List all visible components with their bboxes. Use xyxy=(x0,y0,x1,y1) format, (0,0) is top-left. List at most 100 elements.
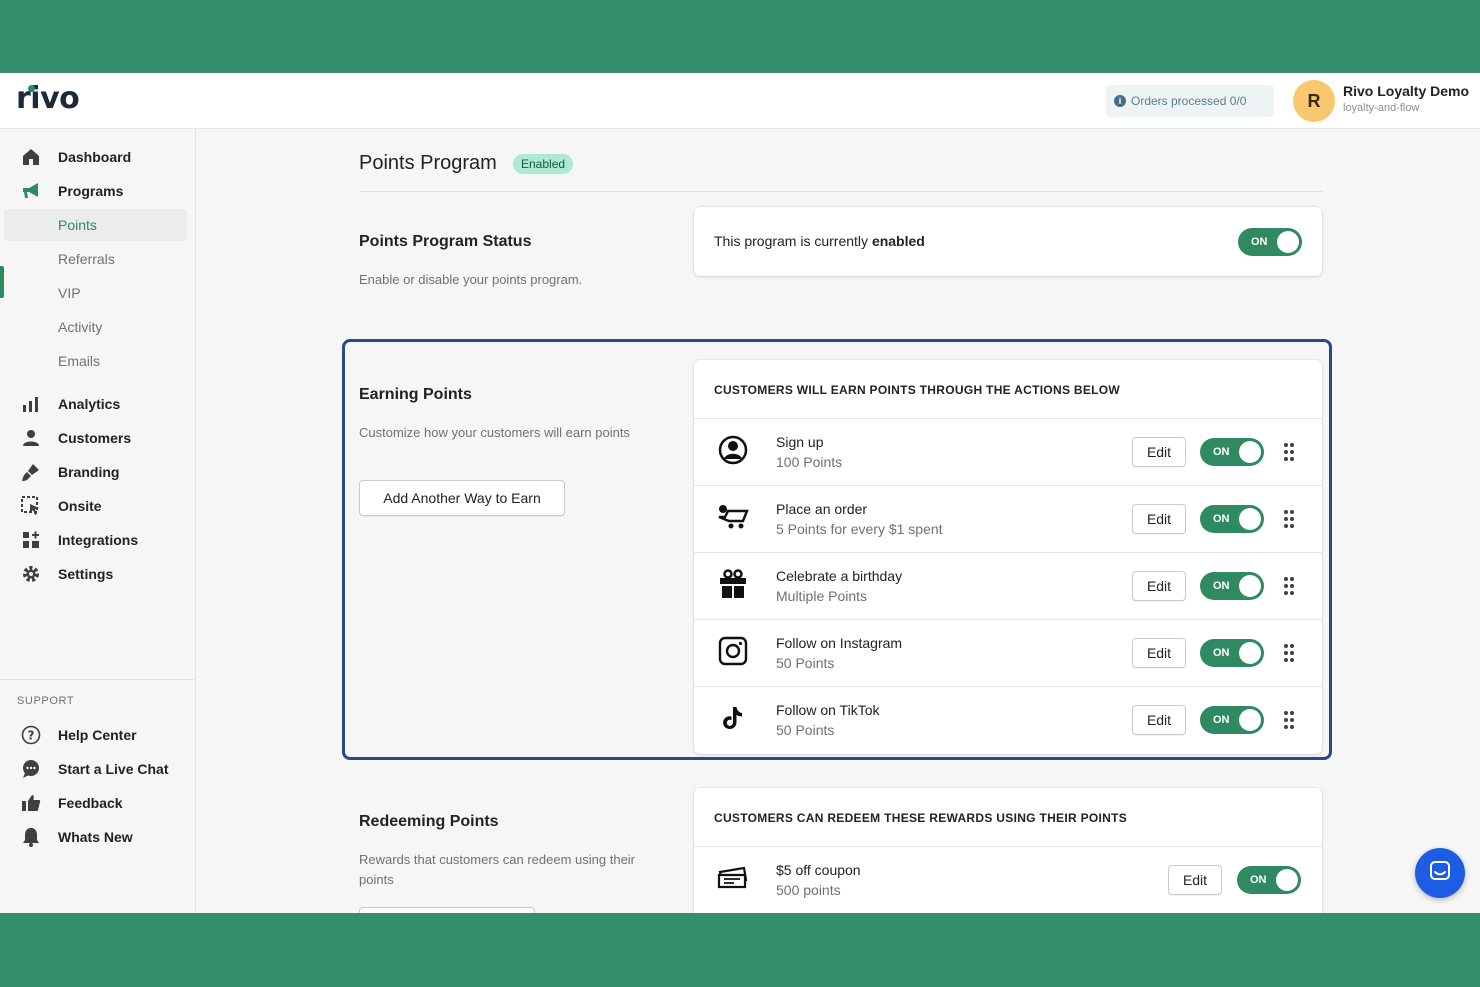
list-item: Place an order 5 Points for every $1 spe… xyxy=(694,485,1322,552)
help-icon: ? xyxy=(20,725,42,745)
edit-button[interactable]: Edit xyxy=(1132,638,1186,668)
earning-card-header: CUSTOMERS WILL EARN POINTS THROUGH THE A… xyxy=(714,383,1121,397)
redeeming-section-description: Rewards that customers can redeem using … xyxy=(359,852,636,887)
title-divider xyxy=(359,191,1322,192)
reward-toggle[interactable]: ON xyxy=(1237,866,1301,894)
coupon-icon xyxy=(716,861,750,895)
drag-handle-icon[interactable] xyxy=(1282,643,1296,663)
list-item: Follow on Instagram 50 Points Edit ON xyxy=(694,619,1322,686)
earn-toggle[interactable]: ON xyxy=(1200,505,1264,533)
status-card: This program is currently enabled ON xyxy=(694,207,1322,276)
bell-icon xyxy=(20,827,42,847)
sidebar-item-feedback[interactable]: Feedback xyxy=(0,787,196,819)
edit-button[interactable]: Edit xyxy=(1168,865,1222,895)
status-value: enabled xyxy=(871,233,925,249)
sidebar-item-integrations[interactable]: Integrations xyxy=(0,524,196,556)
orders-processed-pill: i Orders processed 0/0 xyxy=(1106,85,1274,117)
instagram-icon xyxy=(716,634,750,668)
earning-section-description: Customize how your customers will earn p… xyxy=(359,425,630,440)
redeem-rewards-card: CUSTOMERS CAN REDEEM THESE REWARDS USING… xyxy=(694,788,1322,913)
earning-actions-card: CUSTOMERS WILL EARN POINTS THROUGH THE A… xyxy=(694,360,1322,754)
app-window: rivo i Orders processed 0/0 R Rivo Loyal… xyxy=(0,73,1480,913)
toggle-knob xyxy=(1239,642,1261,664)
edit-button[interactable]: Edit xyxy=(1132,504,1186,534)
sidebar-item-live-chat[interactable]: Start a Live Chat xyxy=(0,753,196,785)
store-name[interactable]: Rivo Loyalty Demo xyxy=(1343,83,1469,99)
sidebar-item-programs[interactable]: Programs xyxy=(0,175,196,207)
edit-button[interactable]: Edit xyxy=(1132,437,1186,467)
earn-toggle[interactable]: ON xyxy=(1200,438,1264,466)
onsite-icon xyxy=(20,496,42,516)
sidebar-divider xyxy=(0,679,196,680)
sidebar-subitem-points[interactable]: Points xyxy=(4,209,187,241)
earning-section-title: Earning Points xyxy=(359,386,472,403)
store-handle: loyalty-and-flow xyxy=(1343,102,1420,114)
status-section-title: Points Program Status xyxy=(359,233,532,250)
support-heading: SUPPORT xyxy=(17,695,75,707)
logo-dot xyxy=(28,85,35,92)
thumbs-up-icon xyxy=(20,793,42,813)
sidebar-subitem-referrals[interactable]: Referrals xyxy=(0,243,196,275)
paint-brush-icon xyxy=(20,462,42,482)
page-title: Points Program xyxy=(359,152,497,174)
user-circle-icon xyxy=(716,433,750,467)
add-reward-button[interactable] xyxy=(359,907,535,913)
list-item: Celebrate a birthday Multiple Points Edi… xyxy=(694,552,1322,619)
earn-toggle[interactable]: ON xyxy=(1200,572,1264,600)
toggle-knob xyxy=(1276,869,1298,891)
edit-button[interactable]: Edit xyxy=(1132,705,1186,735)
gear-icon xyxy=(20,564,42,584)
chat-icon xyxy=(20,759,42,779)
earn-toggle[interactable]: ON xyxy=(1200,639,1264,667)
info-icon: i xyxy=(1114,95,1126,107)
sidebar-subitem-vip[interactable]: VIP xyxy=(0,277,196,309)
sidebar-item-whats-new[interactable]: Whats New xyxy=(0,821,196,853)
top-bar: rivo i Orders processed 0/0 R Rivo Loyal… xyxy=(0,73,1480,129)
sidebar-subitem-activity[interactable]: Activity xyxy=(0,311,196,343)
orders-processed-text: Orders processed 0/0 xyxy=(1131,94,1247,108)
sidebar-item-settings[interactable]: Settings xyxy=(0,558,196,590)
drag-handle-icon[interactable] xyxy=(1282,442,1296,462)
list-item: Sign up 100 Points Edit ON xyxy=(694,418,1322,485)
svg-text:?: ? xyxy=(28,729,35,743)
drag-handle-icon[interactable] xyxy=(1282,710,1296,730)
apps-icon xyxy=(20,530,42,550)
status-badge: Enabled xyxy=(513,154,574,174)
toggle-knob xyxy=(1277,231,1299,253)
edit-button[interactable]: Edit xyxy=(1132,571,1186,601)
toggle-knob xyxy=(1239,508,1261,530)
avatar[interactable]: R xyxy=(1293,80,1335,122)
toggle-knob xyxy=(1239,441,1261,463)
toggle-knob xyxy=(1239,575,1261,597)
rivo-logo[interactable]: rivo xyxy=(16,81,80,116)
cart-icon xyxy=(716,500,750,534)
sidebar-subitem-emails[interactable]: Emails xyxy=(0,345,196,377)
redeeming-section-title: Redeeming Points xyxy=(359,813,499,830)
tiktok-icon xyxy=(716,701,750,735)
chat-bubble-icon xyxy=(1428,859,1452,888)
list-item: Follow on TikTok 50 Points Edit ON xyxy=(694,686,1322,753)
sidebar-item-onsite[interactable]: Onsite xyxy=(0,490,196,522)
drag-handle-icon[interactable] xyxy=(1282,509,1296,529)
person-icon xyxy=(20,428,42,448)
sidebar: Dashboard Programs Points Referrals VIP … xyxy=(0,129,196,913)
program-status-toggle[interactable]: ON xyxy=(1238,228,1302,256)
sidebar-item-analytics[interactable]: Analytics xyxy=(0,388,196,420)
add-way-to-earn-button[interactable]: Add Another Way to Earn xyxy=(359,480,565,516)
redeem-card-header: CUSTOMERS CAN REDEEM THESE REWARDS USING… xyxy=(714,811,1128,825)
gift-icon xyxy=(716,567,750,601)
sidebar-item-help-center[interactable]: ? Help Center xyxy=(0,719,196,751)
list-item: $5 off coupon 500 points Edit ON xyxy=(694,846,1322,913)
drag-handle-icon[interactable] xyxy=(1282,576,1296,596)
sidebar-item-dashboard[interactable]: Dashboard xyxy=(0,141,196,173)
bar-chart-icon xyxy=(20,394,42,414)
toggle-knob xyxy=(1239,709,1261,731)
earn-toggle[interactable]: ON xyxy=(1200,706,1264,734)
megaphone-icon xyxy=(20,181,42,201)
sidebar-item-customers[interactable]: Customers xyxy=(0,422,196,454)
status-section-description: Enable or disable your points program. xyxy=(359,272,583,287)
sidebar-item-branding[interactable]: Branding xyxy=(0,456,196,488)
home-icon xyxy=(20,147,42,167)
status-text: This program is currently enabled xyxy=(714,233,925,249)
chat-launcher-button[interactable] xyxy=(1415,848,1465,898)
